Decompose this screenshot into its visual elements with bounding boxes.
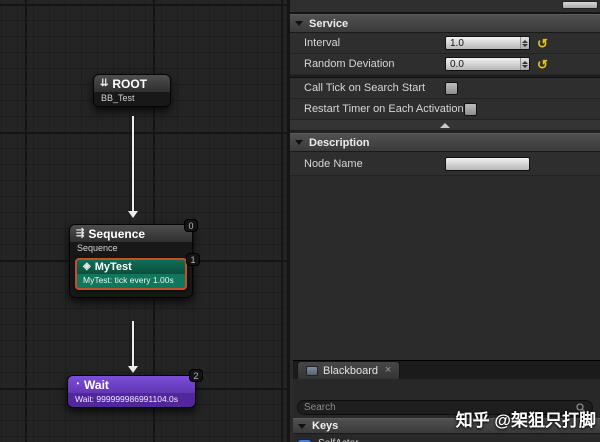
random-deviation-value[interactable]: 0.0 [446, 58, 520, 70]
root-node-subtitle: BB_Test [101, 93, 135, 103]
details-empty-area [290, 176, 600, 360]
node-name-field[interactable] [445, 156, 530, 171]
interval-value[interactable]: 1.0 [446, 37, 520, 49]
call-tick-label: Call Tick on Search Start [304, 82, 426, 94]
property-row-interval: Interval 1.0 ↺ [290, 33, 600, 54]
blackboard-key-selfactor[interactable]: SelfActor [297, 436, 600, 442]
spinner-arrows-icon[interactable] [520, 58, 529, 70]
sequence-icon: ⇶ [76, 228, 85, 239]
chevron-up-icon [440, 122, 450, 128]
category-service[interactable]: Service [290, 14, 600, 33]
mytest-node-subtitle: MyTest: tick every 1.00s [83, 275, 174, 285]
chevron-down-icon [298, 423, 306, 429]
sequence-node-subtitle: Sequence [77, 243, 118, 253]
chevron-down-icon [295, 21, 303, 26]
sequence-node-title: Sequence [88, 227, 146, 241]
sequence-node[interactable]: ⇶ Sequence Sequence ◈ MyTest MyTest: tic… [69, 224, 193, 298]
mytest-service-node[interactable]: ◈ MyTest MyTest: tick every 1.00s [75, 258, 187, 290]
chevron-down-icon [295, 140, 303, 145]
mytest-node-header: ◈ MyTest [77, 260, 185, 274]
object-key-type-icon [297, 438, 312, 442]
wait-node-subtitle: Wait: 999999986991104.0s [75, 394, 179, 404]
root-node-header: ⇊ ROOT [94, 75, 170, 92]
wait-node-title: Wait [84, 378, 109, 392]
mytest-node-title: MyTest [94, 261, 132, 273]
category-service-label: Service [309, 17, 349, 30]
behavior-tree-editor: ⇊ ROOT BB_Test ⇶ Sequence Sequence ◈ MyT… [0, 0, 600, 442]
interval-label: Interval [304, 37, 341, 49]
mytest-icon: ◈ [83, 261, 91, 272]
restart-timer-label: Restart Timer on Each Activation [304, 103, 464, 115]
call-tick-checkbox[interactable] [445, 81, 458, 95]
details-panel: Service Interval 1.0 ↺ Random Deviation … [287, 0, 600, 442]
sequence-node-header: ⇶ Sequence [70, 225, 192, 242]
random-deviation-label: Random Deviation [304, 58, 395, 70]
edge-root-to-sequence [132, 116, 134, 212]
execution-order-badge-1: 1 [186, 253, 200, 266]
random-deviation-spinbox[interactable]: 0.0 [445, 57, 530, 71]
blackboard-tab-label: Blackboard [323, 364, 379, 377]
execution-order-badge-2: 2 [189, 369, 203, 382]
tab-blackboard[interactable]: Blackboard × [297, 361, 401, 379]
key-name: SelfActor [318, 438, 359, 442]
wait-node[interactable]: ◔ Wait Wait: 999999986991104.0s [67, 375, 196, 408]
reset-to-default-button[interactable]: ↺ [537, 37, 548, 50]
wait-clock-icon: ◔ [74, 379, 81, 390]
reset-to-default-button[interactable]: ↺ [537, 58, 548, 71]
interval-spinbox[interactable]: 1.0 [445, 36, 530, 50]
root-node-title: ROOT [112, 77, 148, 91]
edge-arrowhead-wait [128, 366, 138, 373]
close-tab-icon[interactable]: × [383, 365, 391, 376]
category-description-label: Description [309, 136, 370, 149]
execution-order-badge-0: 0 [184, 219, 198, 232]
edge-arrowhead-sequence [128, 211, 138, 218]
node-name-label: Node Name [304, 157, 363, 170]
restart-timer-checkbox[interactable] [463, 102, 477, 116]
property-row-restart-timer: Restart Timer on Each Activation [290, 99, 600, 120]
scrollbar-thumb[interactable] [562, 1, 598, 9]
edge-sequence-to-wait [132, 321, 134, 367]
root-icon: ⇊ [100, 78, 109, 89]
property-row-node-name: Node Name [290, 152, 600, 176]
category-keys-label: Keys [312, 420, 339, 432]
wait-node-header: ◔ Wait [68, 376, 195, 393]
blackboard-tab-icon [306, 365, 318, 376]
watermark-text: 知乎 @架狙只打脚 [455, 411, 596, 430]
property-row-call-tick: Call Tick on Search Start [290, 78, 600, 99]
details-clipped-top-row [290, 0, 600, 14]
spinner-arrows-icon[interactable] [520, 37, 529, 49]
root-node[interactable]: ⇊ ROOT BB_Test [93, 74, 171, 107]
property-row-random-deviation: Random Deviation 0.0 ↺ [290, 54, 600, 75]
category-description[interactable]: Description [290, 133, 600, 152]
blackboard-tab-bar: Blackboard × [293, 360, 600, 379]
advanced-properties-expander[interactable] [290, 120, 600, 131]
behavior-tree-graph-canvas[interactable]: ⇊ ROOT BB_Test ⇶ Sequence Sequence ◈ MyT… [0, 0, 287, 442]
